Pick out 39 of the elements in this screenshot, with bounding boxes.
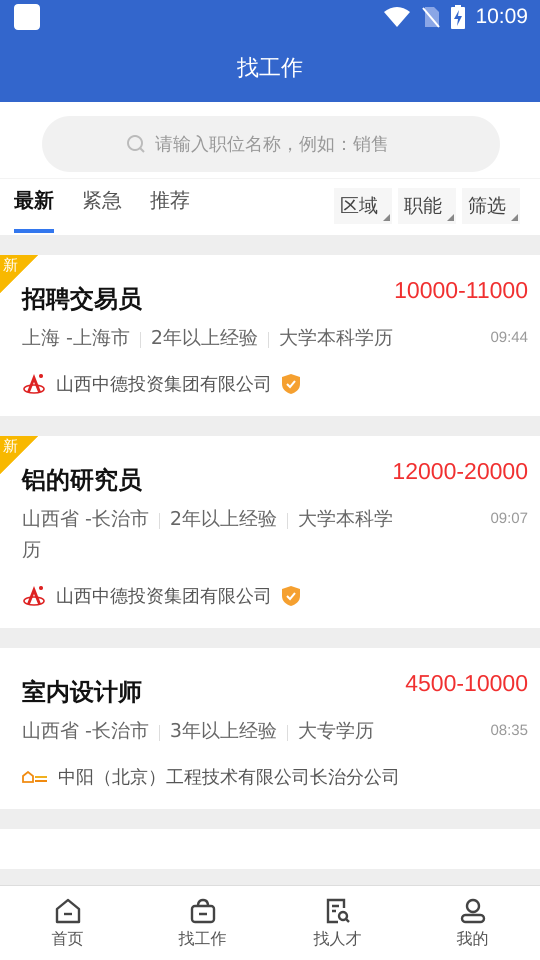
dropdown-corner-icon	[383, 214, 390, 221]
nav-item[interactable]: 首页	[0, 886, 135, 960]
page-title: 找工作	[237, 55, 303, 83]
nav-item[interactable]: 找工作	[135, 886, 270, 960]
search-icon	[125, 133, 147, 155]
post-time: 09:44	[490, 329, 528, 346]
battery-icon	[451, 5, 466, 29]
filter-dropdown[interactable]: 区域	[334, 188, 392, 224]
search-field[interactable]: 请输入职位名称，例如：销售	[42, 116, 500, 172]
nav-item[interactable]: 我的	[405, 886, 540, 960]
clock: 10:09	[475, 5, 528, 29]
tab[interactable]: 紧急	[82, 179, 122, 233]
salary: 4500-10000	[405, 670, 528, 697]
wifi-icon	[383, 6, 412, 28]
dropdown-corner-icon	[447, 214, 454, 221]
filter-dropdown[interactable]: 职能	[398, 188, 456, 224]
filter-dropdown[interactable]: 筛选	[462, 188, 520, 224]
job-details: 山西省 -长治市 3年以上经验 大专学历	[22, 719, 375, 744]
search-input[interactable]: 请输入职位名称，例如：销售	[153, 132, 417, 156]
tab[interactable]: 最新	[14, 179, 54, 233]
tab[interactable]: 推荐	[150, 179, 190, 233]
company-name: 山西中德投资集团有限公司	[56, 585, 272, 608]
post-time: 08:35	[490, 722, 528, 739]
home-icon	[54, 896, 82, 924]
salary: 10000-11000	[394, 277, 528, 304]
job-card[interactable]: 室内设计师 4500-10000 山西省 -长治市 3年以上经验 大专学历 08:35 中阳（北京）工程技术有限公司长治分公司	[0, 648, 540, 809]
app-icon	[14, 4, 40, 30]
job-details: 上海 -上海市 2年以上经验 大学本科学历	[22, 326, 394, 351]
dropdown-corner-icon	[511, 214, 518, 221]
job-details: 山西省 -长治市 2年以上经验 大学本科学历	[22, 507, 394, 563]
no-sim-icon	[421, 6, 442, 28]
post-time: 09:07	[490, 510, 528, 527]
person-icon	[458, 896, 486, 924]
job-title: 室内设计师	[22, 677, 142, 708]
briefcase-icon	[188, 896, 216, 924]
company-name: 山西中德投资集团有限公司	[56, 373, 272, 396]
company-name: 中阳（北京）工程技术有限公司长治分公司	[58, 766, 400, 789]
nav-item[interactable]: 找人才	[270, 886, 405, 960]
salary: 12000-20000	[392, 458, 528, 485]
